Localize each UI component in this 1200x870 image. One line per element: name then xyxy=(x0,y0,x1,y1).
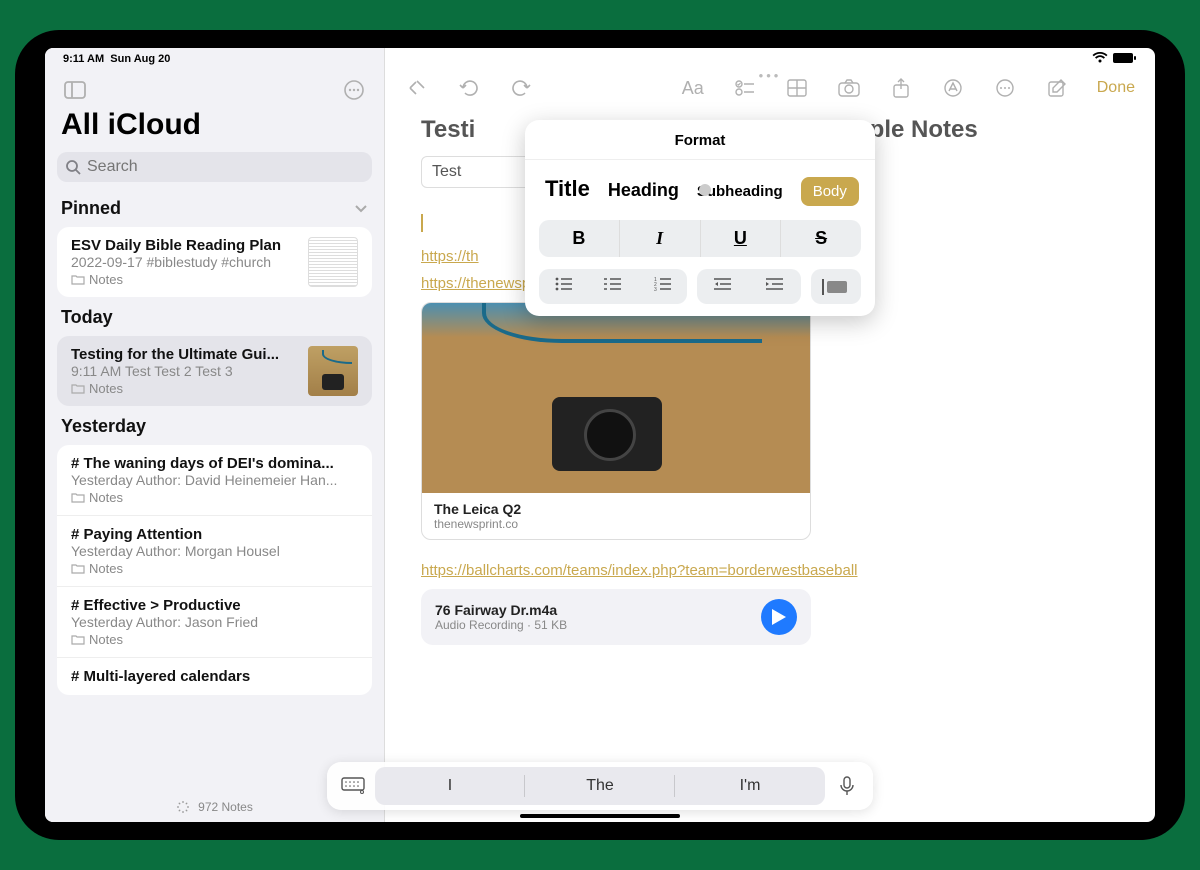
yesterday-list: # The waning days of DEI's domina... Yes… xyxy=(57,445,372,695)
note-item[interactable]: # Multi-layered calendars xyxy=(57,658,372,695)
dashed-list-button[interactable] xyxy=(588,269,637,304)
status-time: 9:11 AM xyxy=(63,53,104,65)
format-popover: Format Title Heading Subheading Body B I… xyxy=(525,120,875,316)
folder-icon xyxy=(71,492,85,503)
numbered-list-button[interactable]: 123 xyxy=(638,269,687,304)
folder-title: All iCloud xyxy=(45,108,384,148)
sidebar-toggle-icon[interactable] xyxy=(61,76,89,104)
underline-button[interactable]: U xyxy=(701,220,782,257)
play-button[interactable] xyxy=(761,599,797,635)
note-item-today[interactable]: Testing for the Ultimate Gui... 9:11 AM … xyxy=(57,336,372,406)
note-count: 972 Notes xyxy=(198,800,253,814)
outdent-button[interactable] xyxy=(697,269,749,304)
more-icon[interactable] xyxy=(993,76,1017,100)
folder-icon xyxy=(71,274,85,285)
folder-icon xyxy=(71,563,85,574)
text-style-icon[interactable]: Aa xyxy=(681,76,705,100)
chevron-down-icon xyxy=(354,198,368,219)
drag-handle-icon[interactable] xyxy=(699,184,711,196)
dictation-icon[interactable] xyxy=(825,766,869,806)
camera-icon[interactable] xyxy=(837,76,861,100)
list-style-group: 123 xyxy=(539,269,687,304)
note-item[interactable]: # Effective > Productive Yesterday Autho… xyxy=(57,587,372,658)
markup-icon[interactable] xyxy=(941,76,965,100)
audio-title: 76 Fairway Dr.m4a xyxy=(435,602,567,618)
folder-icon xyxy=(71,383,85,394)
strikethrough-button[interactable]: S xyxy=(781,220,861,257)
search-icon xyxy=(65,159,81,175)
search-input[interactable] xyxy=(87,158,364,176)
checklist-icon[interactable] xyxy=(733,76,757,100)
note-thumbnail xyxy=(308,237,358,287)
multitask-dots-icon[interactable]: ••• xyxy=(759,68,782,83)
share-icon[interactable] xyxy=(889,76,913,100)
note-sub: 9:11 AM Test Test 2 Test 3 xyxy=(71,363,300,379)
undo-icon[interactable] xyxy=(457,76,481,100)
section-yesterday: Yesterday xyxy=(45,410,384,441)
compose-icon[interactable] xyxy=(1045,76,1069,100)
link[interactable]: https://ballcharts.com/teams/index.php?t… xyxy=(421,562,1119,579)
prediction[interactable]: I'm xyxy=(675,767,825,805)
audio-attachment[interactable]: 76 Fairway Dr.m4a Audio Recording · 51 K… xyxy=(421,589,811,645)
sync-icon xyxy=(176,800,190,814)
more-icon[interactable] xyxy=(340,76,368,104)
style-title[interactable]: Title xyxy=(545,176,590,202)
status-bar: 9:11 AM Sun Aug 20 xyxy=(45,48,1155,68)
block-quote-button[interactable] xyxy=(811,269,861,304)
text-cursor xyxy=(421,214,423,232)
section-pinned[interactable]: Pinned xyxy=(45,192,384,223)
status-date: Sun Aug 20 xyxy=(110,53,170,65)
home-indicator[interactable] xyxy=(520,814,680,818)
audio-sub: Audio Recording · 51 KB xyxy=(435,618,567,632)
screen: 9:11 AM Sun Aug 20 All iCloud Pinned xyxy=(45,48,1155,822)
note-title: Testing for the Ultimate Gui... xyxy=(71,346,300,363)
indent-group xyxy=(697,269,801,304)
bulleted-list-button[interactable] xyxy=(539,269,588,304)
predictive-bar: I The I'm xyxy=(327,762,873,810)
text-format-row: B I U S xyxy=(539,220,861,257)
prediction[interactable]: I xyxy=(375,767,525,805)
style-heading[interactable]: Heading xyxy=(608,180,679,201)
italic-button[interactable]: I xyxy=(620,220,701,257)
section-today: Today xyxy=(45,301,384,332)
popover-title: Format xyxy=(525,120,875,160)
style-body[interactable]: Body xyxy=(801,177,859,206)
note-item[interactable]: # Paying Attention Yesterday Author: Mor… xyxy=(57,516,372,587)
expand-icon[interactable] xyxy=(405,76,429,100)
svg-text:3: 3 xyxy=(654,287,657,291)
search-field[interactable] xyxy=(57,152,372,182)
note-sub: 2022-09-17 #biblestudy #church xyxy=(71,254,300,270)
redo-icon[interactable] xyxy=(509,76,533,100)
bold-button[interactable]: B xyxy=(539,220,620,257)
preview-image xyxy=(422,303,810,493)
battery-icon xyxy=(1113,52,1137,67)
table-icon[interactable] xyxy=(785,76,809,100)
done-button[interactable]: Done xyxy=(1097,79,1135,97)
keyboard-icon[interactable] xyxy=(331,766,375,806)
sidebar: All iCloud Pinned ESV Daily Bible Readin… xyxy=(45,48,385,822)
note-thumbnail xyxy=(308,346,358,396)
note-title: ESV Daily Bible Reading Plan xyxy=(71,237,300,254)
wifi-icon xyxy=(1092,52,1108,67)
preview-source: thenewsprint.co xyxy=(434,517,798,531)
prediction[interactable]: The xyxy=(525,767,675,805)
indent-button[interactable] xyxy=(749,269,801,304)
folder-icon xyxy=(71,634,85,645)
paragraph-style-row[interactable]: Title Heading Subheading Body xyxy=(539,172,861,220)
link-preview[interactable]: The Leica Q2 thenewsprint.co xyxy=(421,302,811,540)
preview-title: The Leica Q2 xyxy=(434,501,798,517)
note-item[interactable]: # The waning days of DEI's domina... Yes… xyxy=(57,445,372,516)
ipad-frame: 9:11 AM Sun Aug 20 All iCloud Pinned xyxy=(15,30,1185,840)
note-item-pinned[interactable]: ESV Daily Bible Reading Plan 2022-09-17 … xyxy=(57,227,372,297)
